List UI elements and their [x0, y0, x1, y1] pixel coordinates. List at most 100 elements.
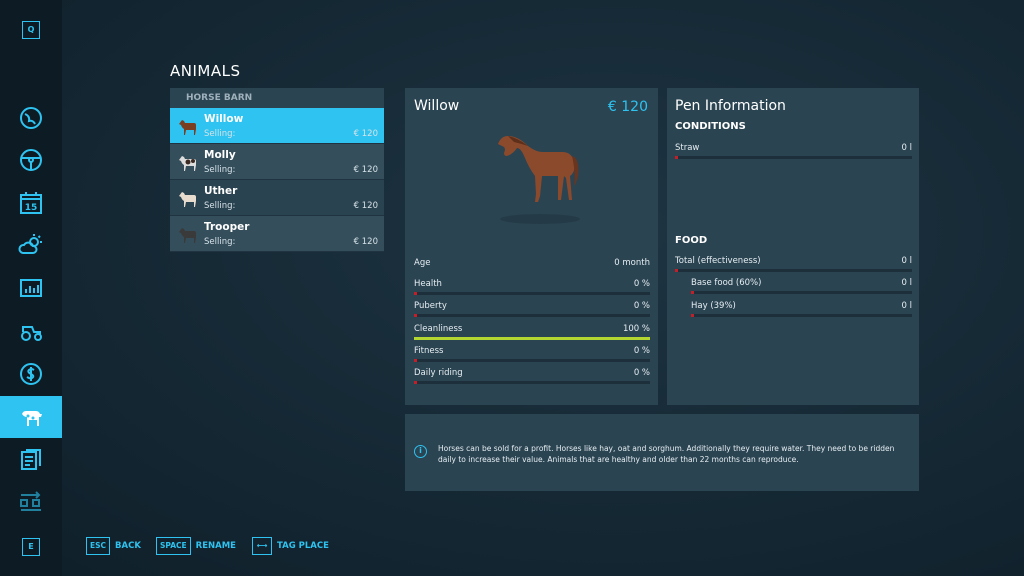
animal-price: € 120 — [353, 129, 378, 139]
map-icon[interactable] — [0, 97, 62, 139]
cleanliness-row: Cleanliness 100 % — [414, 324, 650, 344]
horse-thumbnail-icon — [179, 192, 196, 207]
age-value: 0 month — [614, 258, 650, 268]
list-item-willow[interactable]: Willow Selling: € 120 — [170, 108, 384, 144]
total-label: Total (effectiveness) — [675, 256, 761, 266]
hay-bar — [691, 314, 912, 317]
list-item-trooper[interactable]: Trooper Selling: € 120 — [170, 216, 384, 252]
bar-fill — [675, 156, 678, 159]
puberty-bar — [414, 314, 650, 317]
statistics-icon[interactable] — [0, 268, 62, 310]
health-row: Health 0 % — [414, 279, 650, 299]
animal-name: Willow — [204, 113, 244, 125]
e-key-hint[interactable]: E — [22, 538, 40, 556]
selling-label: Selling: — [204, 129, 236, 139]
health-bar — [414, 292, 650, 295]
animal-name: Trooper — [204, 221, 250, 233]
bar-fill — [414, 359, 417, 362]
total-value: 0 l — [901, 256, 912, 266]
info-text: Horses can be sold for a profit. Horses … — [438, 444, 895, 464]
puberty-row: Puberty 0 % — [414, 301, 650, 321]
stat-label: Puberty — [414, 301, 447, 311]
animal-list: HORSE BARN Willow Selling: € 120 Molly S… — [170, 88, 384, 252]
esc-key: ESC — [86, 537, 111, 555]
stat-value: 0 % — [633, 368, 650, 378]
list-header: HORSE BARN — [170, 88, 384, 108]
selling-label: Selling: — [204, 237, 236, 247]
straw-bar — [675, 156, 912, 159]
stat-value: 0 % — [633, 346, 650, 356]
weather-icon[interactable] — [0, 224, 62, 266]
detail-name: Willow — [414, 98, 460, 114]
animals-icon[interactable] — [0, 396, 62, 438]
pen-information-panel: Pen Information CONDITIONS Straw 0 l FOO… — [667, 88, 919, 405]
stat-value: 100 % — [622, 324, 650, 334]
daily-riding-bar — [414, 381, 650, 384]
list-item-uther[interactable]: Uther Selling: € 120 — [170, 180, 384, 216]
bar-fill — [414, 381, 417, 384]
bar-fill — [691, 314, 694, 317]
conditions-heading: CONDITIONS — [675, 121, 746, 132]
horse-thumbnail-icon — [179, 156, 196, 171]
bar-fill — [414, 337, 650, 340]
sidebar: Q 15 E — [0, 0, 62, 576]
finance-icon[interactable] — [0, 353, 62, 395]
bar-fill — [691, 291, 694, 294]
stat-label: Fitness — [414, 346, 444, 356]
base-food-value: 0 l — [901, 278, 912, 288]
bar-fill — [414, 314, 417, 317]
animal-price: € 120 — [353, 201, 378, 211]
calendar-icon[interactable]: 15 — [0, 182, 62, 224]
age-row: Age 0 month — [414, 258, 650, 278]
info-panel: i Horses can be sold for a profit. Horse… — [405, 414, 919, 491]
animal-price: € 120 — [353, 165, 378, 175]
steering-wheel-icon[interactable] — [0, 139, 62, 181]
tag-place-label: TAG PLACE — [277, 541, 329, 551]
contracts-icon[interactable] — [0, 439, 62, 481]
arrows-key-icon: ⟷ — [252, 537, 272, 555]
straw-row: Straw 0 l — [675, 143, 912, 161]
horse-thumbnail-icon — [179, 228, 196, 243]
animal-name: Uther — [204, 185, 238, 197]
cleanliness-bar — [414, 337, 650, 340]
selling-label: Selling: — [204, 165, 236, 175]
production-icon[interactable] — [0, 482, 62, 524]
age-label: Age — [414, 258, 431, 268]
food-heading: FOOD — [675, 235, 708, 246]
hay-label: Hay (39%) — [691, 301, 736, 311]
rename-button[interactable]: SPACE RENAME — [156, 537, 236, 555]
daily-riding-row: Daily riding 0 % — [414, 368, 650, 388]
total-bar — [675, 269, 912, 272]
fitness-bar — [414, 359, 650, 362]
calendar-day: 15 — [25, 203, 38, 213]
straw-label: Straw — [675, 143, 700, 153]
info-icon: i — [414, 445, 427, 458]
animal-price: € 120 — [353, 237, 378, 247]
bar-fill — [675, 269, 678, 272]
stat-label: Health — [414, 279, 442, 289]
list-item-molly[interactable]: Molly Selling: € 120 — [170, 144, 384, 180]
base-food-row: Base food (60%) 0 l — [691, 278, 912, 296]
stat-value: 0 % — [633, 279, 650, 289]
base-food-label: Base food (60%) — [691, 278, 762, 288]
space-key: SPACE — [156, 537, 191, 555]
hay-row: Hay (39%) 0 l — [691, 301, 912, 319]
selling-label: Selling: — [204, 201, 236, 211]
base-food-bar — [691, 291, 912, 294]
animal-name: Molly — [204, 149, 236, 161]
horse-image — [498, 136, 580, 224]
vehicles-icon[interactable] — [0, 310, 62, 352]
stat-label: Cleanliness — [414, 324, 463, 334]
back-label: BACK — [115, 541, 141, 551]
q-key-hint[interactable]: Q — [22, 21, 40, 39]
straw-value: 0 l — [901, 143, 912, 153]
page-title: ANIMALS — [170, 62, 241, 80]
total-food-row: Total (effectiveness) 0 l — [675, 256, 912, 274]
detail-price: € 120 — [607, 99, 648, 115]
tag-place-button[interactable]: ⟷ TAG PLACE — [252, 537, 329, 555]
pen-title: Pen Information — [675, 98, 786, 114]
back-button[interactable]: ESC BACK — [86, 537, 141, 555]
stat-label: Daily riding — [414, 368, 463, 378]
rename-label: RENAME — [195, 541, 236, 551]
hay-value: 0 l — [901, 301, 912, 311]
